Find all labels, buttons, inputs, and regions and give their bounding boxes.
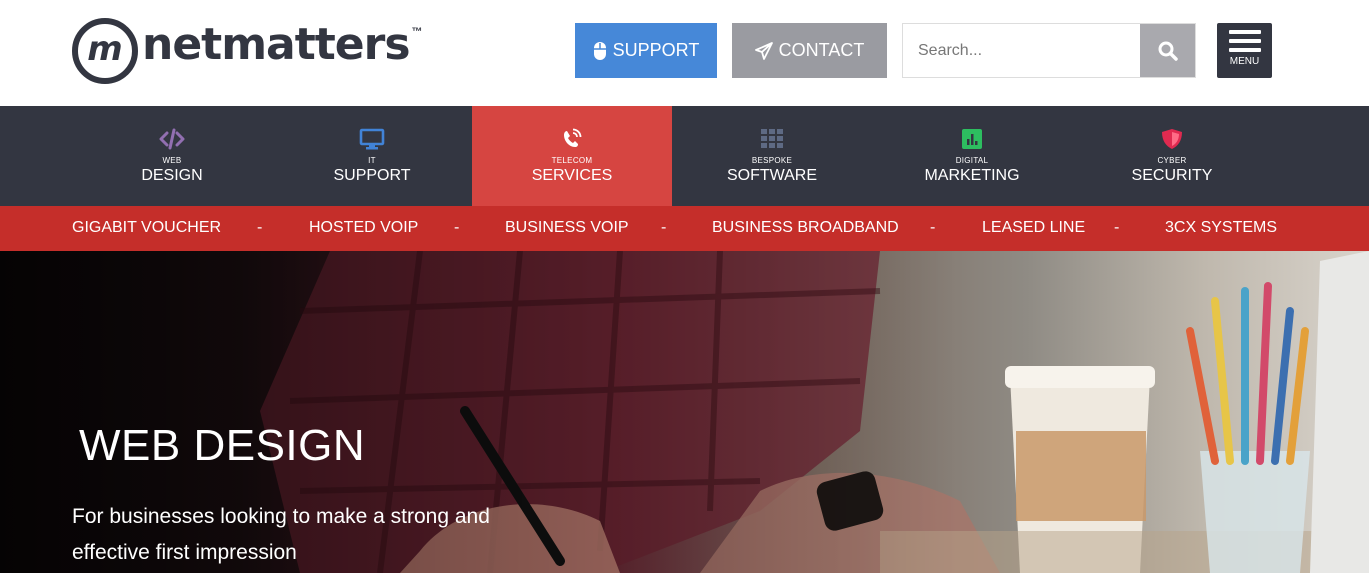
- logo-text: netmatters: [142, 18, 411, 70]
- nav-item-bespoke-software[interactable]: BESPOKE SOFTWARE: [672, 106, 872, 206]
- subnav-item-business-voip[interactable]: BUSINESS VOIP: [505, 219, 629, 237]
- monitor-icon: [359, 128, 385, 150]
- subnav-separator: -: [454, 219, 460, 236]
- hero-banner: WEB DESIGN For businesses looking to mak…: [0, 251, 1369, 573]
- subnav-separator: -: [257, 219, 263, 236]
- subnav-item-hosted-voip[interactable]: HOSTED VOIP: [309, 219, 418, 237]
- main-nav: WEB DESIGN IT SUPPORT TELECOM SERVICES B…: [0, 106, 1369, 206]
- grid-icon: [761, 129, 783, 148]
- nav-item-label: SECURITY: [1131, 167, 1213, 184]
- subnav-item-business-broadband[interactable]: BUSINESS BROADBAND: [712, 219, 899, 237]
- subnav-separator: -: [1114, 219, 1120, 236]
- search-bar: [902, 23, 1196, 78]
- nav-item-small-label: TELECOM: [551, 156, 593, 165]
- paper-plane-icon: [754, 41, 773, 60]
- nav-item-label: DESIGN: [141, 167, 203, 184]
- logo-trademark: ™: [411, 26, 423, 38]
- nav-item-it-support[interactable]: IT SUPPORT: [272, 106, 472, 206]
- nav-item-label: SOFTWARE: [726, 167, 818, 184]
- nav-item-cyber-security[interactable]: CYBER SECURITY: [1072, 106, 1272, 206]
- support-button-label: SUPPORT: [612, 40, 700, 60]
- search-input[interactable]: [903, 24, 1140, 77]
- nav-item-label: SERVICES: [531, 167, 613, 184]
- logo-mark-icon: m: [72, 18, 138, 84]
- netmatters-logo[interactable]: m netmatters ™: [72, 18, 423, 84]
- menu-label: MENU: [1229, 56, 1260, 67]
- subnav-item-gigabit-voucher[interactable]: GIGABIT VOUCHER: [72, 219, 221, 237]
- nav-item-digital-marketing[interactable]: DIGITAL MARKETING: [872, 106, 1072, 206]
- hero-subtitle: For businesses looking to make a strong …: [72, 505, 490, 564]
- support-button[interactable]: SUPPORT: [575, 23, 717, 78]
- nav-item-label: MARKETING: [924, 167, 1020, 184]
- menu-button[interactable]: MENU: [1217, 23, 1272, 78]
- subnav-item-leased-line[interactable]: LEASED LINE: [982, 219, 1085, 237]
- search-button[interactable]: [1140, 24, 1195, 77]
- hero-title: WEB DESIGN: [79, 421, 366, 470]
- chart-icon: [962, 129, 982, 149]
- subnav-item-3cx-systems[interactable]: 3CX SYSTEMS: [1165, 219, 1277, 237]
- shield-icon: [1162, 129, 1182, 149]
- nav-item-telecom-services[interactable]: TELECOM SERVICES: [472, 106, 672, 206]
- subnav-separator: -: [930, 219, 936, 236]
- code-icon: [159, 128, 185, 150]
- phone-icon: [564, 128, 582, 147]
- nav-item-small-label: WEB: [162, 156, 182, 165]
- contact-button-label: CONTACT: [778, 40, 865, 60]
- hamburger-bar: [1228, 48, 1261, 52]
- site-header: m netmatters ™ SUPPORT CONTACT MENU: [0, 0, 1369, 106]
- nav-item-small-label: IT: [368, 156, 376, 165]
- hamburger-bar: [1228, 39, 1261, 43]
- search-icon: [1158, 41, 1178, 61]
- nav-item-small-label: BESPOKE: [751, 156, 793, 165]
- subnav-separator: -: [661, 219, 667, 236]
- contact-button[interactable]: CONTACT: [732, 23, 887, 78]
- mouse-icon: [593, 41, 607, 61]
- nav-item-web-design[interactable]: WEB DESIGN: [72, 106, 272, 206]
- hamburger-icon: [1228, 30, 1261, 34]
- nav-item-small-label: DIGITAL: [955, 156, 989, 165]
- sub-nav: GIGABIT VOUCHER - HOSTED VOIP - BUSINESS…: [0, 206, 1369, 251]
- nav-item-label: SUPPORT: [333, 167, 411, 184]
- nav-item-small-label: CYBER: [1157, 156, 1187, 165]
